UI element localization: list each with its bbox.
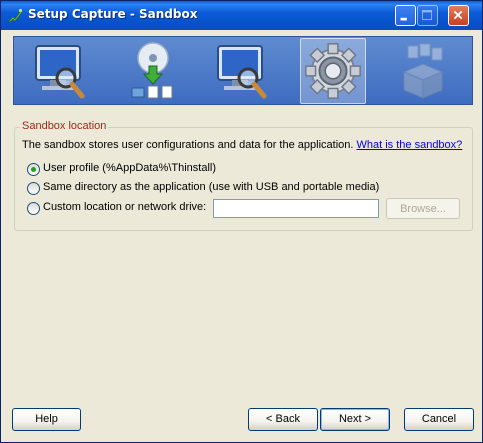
- step-build: [390, 38, 456, 104]
- gear-icon: [305, 43, 361, 99]
- what-is-sandbox-link[interactable]: What is the sandbox?: [357, 139, 463, 151]
- close-icon: [453, 10, 463, 20]
- custom-location-input[interactable]: [213, 199, 379, 218]
- package-files-icon: [402, 43, 444, 99]
- minimize-button[interactable]: [395, 5, 416, 26]
- wizard-steps-banner: [13, 36, 473, 105]
- maximize-icon: [422, 10, 433, 21]
- maximize-button[interactable]: [417, 5, 438, 26]
- radio-button[interactable]: [27, 182, 40, 195]
- browse-button[interactable]: Browse...: [386, 198, 460, 219]
- window-title: Setup Capture - Sandbox: [28, 7, 198, 21]
- cd-install-icon: [131, 42, 173, 99]
- step-install: [120, 38, 186, 104]
- step-postscan: [210, 38, 276, 104]
- back-button[interactable]: < Back: [248, 408, 318, 431]
- cancel-button[interactable]: Cancel: [404, 408, 474, 431]
- radio-selected-dot: [31, 167, 36, 172]
- radio-label: Same directory as the application (use w…: [43, 181, 380, 193]
- title-bar[interactable]: Setup Capture - Sandbox: [1, 1, 482, 30]
- help-button[interactable]: Help: [12, 408, 81, 431]
- app-icon: [8, 8, 23, 23]
- radio-label: User profile (%AppData%\Thinstall): [43, 162, 217, 174]
- next-button[interactable]: Next >: [320, 408, 390, 431]
- description-text: The sandbox stores user configurations a…: [22, 139, 354, 151]
- sandbox-description: The sandbox stores user configurations a…: [22, 139, 462, 151]
- radio-button[interactable]: [27, 163, 40, 176]
- monitor-magnifier-icon: [217, 45, 267, 99]
- close-button[interactable]: [448, 5, 469, 26]
- monitor-magnifier-icon: [35, 45, 85, 99]
- group-title: Sandbox location: [20, 120, 109, 132]
- step-sandbox: [300, 38, 366, 104]
- radio-label: Custom location or network drive:: [43, 201, 207, 213]
- minimize-icon: [400, 17, 407, 21]
- step-prescan: [28, 38, 94, 104]
- radio-button[interactable]: [27, 202, 40, 215]
- setup-capture-window: Setup Capture - Sandbox Sandbox location…: [0, 0, 483, 443]
